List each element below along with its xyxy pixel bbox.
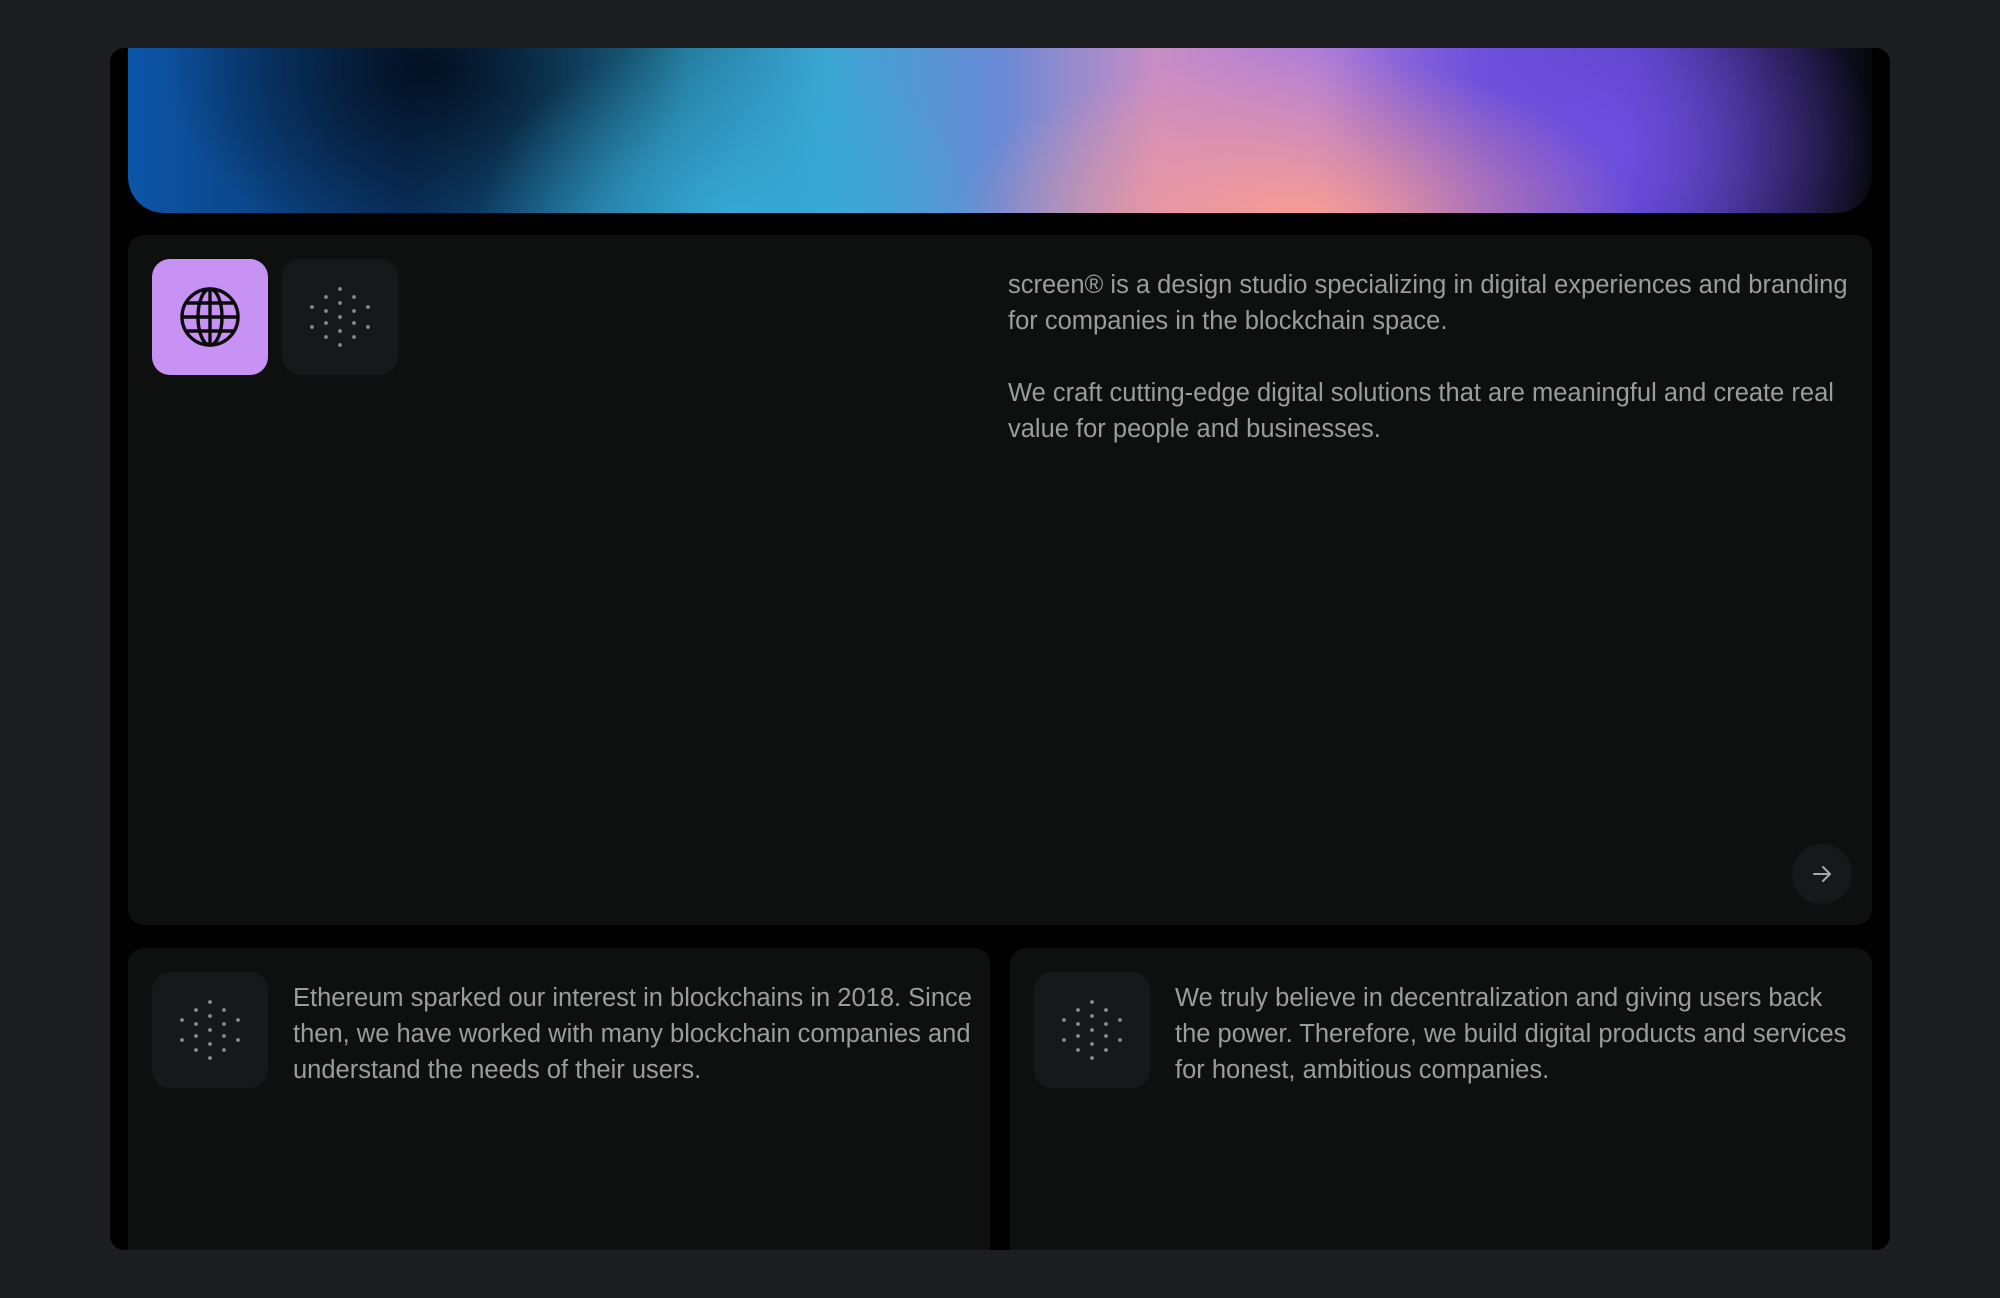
globe-icon [180,287,240,347]
app-frame: screen® is a design studio specializing … [110,48,1890,1250]
dotted-circle-icon [310,287,370,347]
ethereum-card: Ethereum sparked our interest in blockch… [128,948,990,1250]
hero-gradient-banner [128,48,1872,213]
decentralization-card: We truly believe in decentralization and… [1010,948,1872,1250]
mission-paragraph: We craft cutting-edge digital solutions … [1008,379,1834,443]
arrow-right-icon [1813,866,1831,882]
dotted-circle-icon [180,1000,240,1060]
globe-tile[interactable] [152,259,268,375]
next-button[interactable] [1792,844,1852,904]
dotted-circle-icon [1062,1000,1122,1060]
about-panel: screen® is a design studio specializing … [128,235,1872,925]
dotted-circle-tile[interactable] [282,259,398,375]
dotted-circle-tile[interactable] [1034,972,1150,1088]
decentralization-card-text: We truly believe in decentralization and… [1175,984,1847,1084]
intro-paragraph: screen® is a design studio specializing … [1008,271,1848,335]
ethereum-card-text: Ethereum sparked our interest in blockch… [293,984,972,1084]
dotted-circle-tile[interactable] [152,972,268,1088]
